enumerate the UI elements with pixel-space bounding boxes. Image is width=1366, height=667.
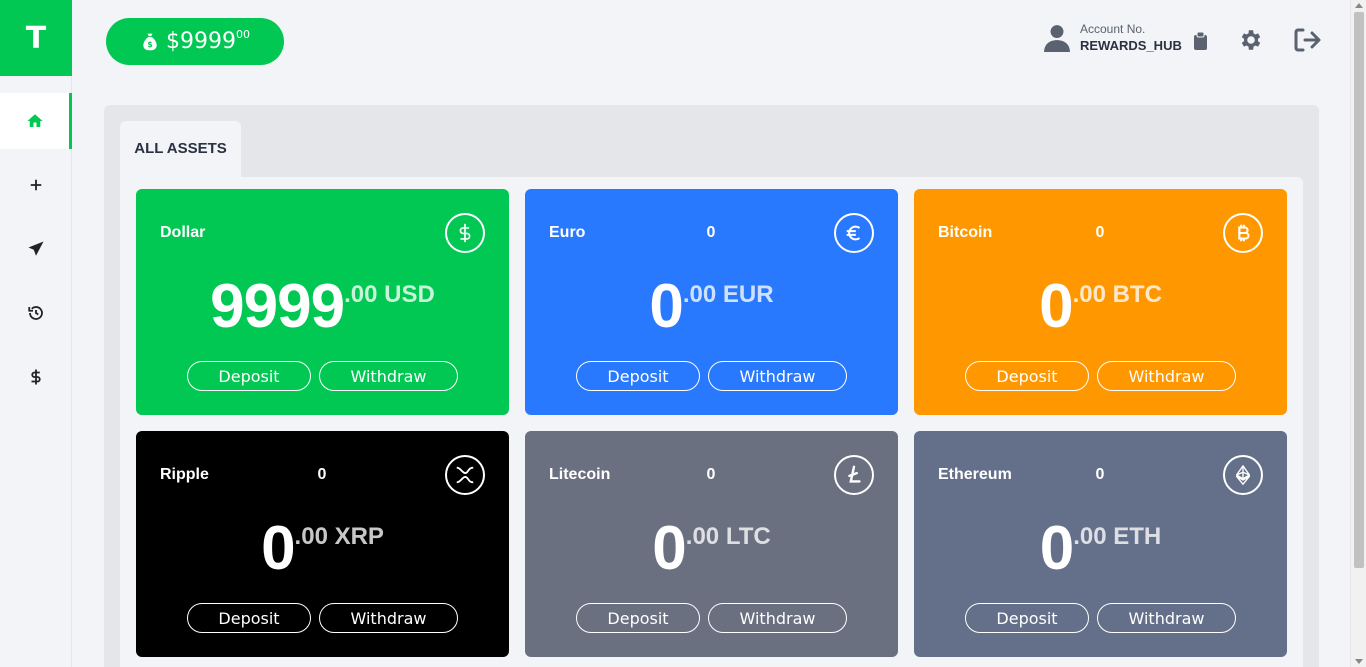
- asset-amount-int: 0: [261, 514, 295, 583]
- scrollbar[interactable]: [1350, 0, 1366, 667]
- send-icon: [28, 241, 44, 256]
- asset-side-value: 0: [706, 224, 716, 241]
- asset-name: Ripple: [160, 466, 209, 483]
- asset-amount: 0.00 BTC: [914, 271, 1287, 342]
- asset-amount: 0.00 EUR: [525, 271, 898, 342]
- scroll-up-arrow[interactable]: [1355, 3, 1363, 8]
- logout-icon[interactable]: [1293, 27, 1321, 53]
- plus-icon: [30, 179, 42, 191]
- account-label: Account No.: [1080, 22, 1146, 36]
- withdraw-button[interactable]: Withdraw: [319, 603, 458, 633]
- withdraw-button[interactable]: Withdraw: [1097, 603, 1236, 633]
- sidebar-item-send[interactable]: [0, 221, 72, 277]
- dollar-circle-icon: [445, 213, 485, 253]
- gear-icon[interactable]: [1238, 27, 1264, 53]
- asset-name: Litecoin: [549, 466, 611, 483]
- asset-amount-int: 0: [1039, 272, 1073, 341]
- asset-card-bitcoin: Bitcoin 0 0.00 BTC Deposit Withdraw: [914, 189, 1287, 415]
- sidebar-item-add[interactable]: [0, 157, 72, 213]
- logo[interactable]: T: [0, 0, 72, 76]
- asset-card-ripple: Ripple 0 0.00 XRP Deposit Withdraw: [136, 431, 509, 657]
- euro-icon: [834, 213, 874, 253]
- balance-main: $9999: [166, 29, 236, 54]
- sidebar: T: [0, 0, 72, 667]
- asset-amount-frac: .00 XRP: [294, 523, 384, 550]
- asset-amount: 9999.00 USD: [136, 271, 509, 342]
- asset-name: Bitcoin: [938, 224, 993, 241]
- deposit-button[interactable]: Deposit: [576, 361, 700, 391]
- balance-amount: $999900: [166, 27, 250, 54]
- deposit-button[interactable]: Deposit: [965, 361, 1089, 391]
- deposit-button[interactable]: Deposit: [576, 603, 700, 633]
- asset-amount: 0.00 XRP: [136, 513, 509, 584]
- asset-side-value: 0: [706, 466, 716, 483]
- asset-amount-int: 0: [649, 272, 683, 341]
- asset-side-value: 0: [1095, 466, 1105, 483]
- sidebar-item-home[interactable]: [0, 93, 72, 149]
- deposit-button[interactable]: Deposit: [965, 603, 1089, 633]
- svg-text:$: $: [147, 40, 152, 49]
- litecoin-icon: [834, 455, 874, 495]
- ripple-icon: [445, 455, 485, 495]
- asset-name: Ethereum: [938, 466, 1012, 483]
- asset-name: Dollar: [160, 224, 206, 241]
- asset-amount-int: 0: [652, 514, 686, 583]
- asset-side-value: 0: [1095, 224, 1105, 241]
- deposit-button[interactable]: Deposit: [187, 361, 311, 391]
- asset-amount-frac: .00 USD: [344, 281, 435, 308]
- scroll-thumb[interactable]: [1354, 12, 1364, 568]
- assets-panel: ALL ASSETS Dollar 9999.00 USD Deposit Wi…: [104, 105, 1319, 667]
- asset-amount: 0.00 ETH: [914, 513, 1287, 584]
- withdraw-button[interactable]: Withdraw: [1097, 361, 1236, 391]
- asset-amount-frac: .00 ETH: [1073, 523, 1162, 550]
- withdraw-button[interactable]: Withdraw: [708, 361, 847, 391]
- history-icon: [28, 306, 43, 320]
- balance-pill[interactable]: $ $999900: [106, 18, 284, 65]
- scroll-down-arrow[interactable]: [1355, 659, 1363, 664]
- dollar-icon: [31, 369, 41, 385]
- account-number: REWARDS_HUB: [1080, 38, 1182, 53]
- clipboard-icon[interactable]: [1193, 32, 1208, 50]
- balance-cents: 00: [236, 27, 250, 41]
- account-info: Account No. REWARDS_HUB: [1044, 22, 1182, 53]
- asset-card-litecoin: Litecoin 0 0.00 LTC Deposit Withdraw: [525, 431, 898, 657]
- ethereum-icon: [1223, 455, 1263, 495]
- sidebar-item-history[interactable]: [0, 285, 72, 341]
- asset-card-euro: Euro 0 0.00 EUR Deposit Withdraw: [525, 189, 898, 415]
- asset-amount-frac: .00 BTC: [1072, 281, 1162, 308]
- sidebar-item-dollar[interactable]: [0, 349, 72, 405]
- sidebar-nav: [0, 93, 72, 405]
- deposit-button[interactable]: Deposit: [187, 603, 311, 633]
- asset-amount-frac: .00 LTC: [685, 523, 771, 550]
- withdraw-button[interactable]: Withdraw: [708, 603, 847, 633]
- asset-card-dollar: Dollar 9999.00 USD Deposit Withdraw: [136, 189, 509, 415]
- asset-side-value: 0: [317, 466, 327, 483]
- withdraw-button[interactable]: Withdraw: [319, 361, 458, 391]
- asset-amount-int: 0: [1039, 514, 1074, 583]
- money-bag-icon: $: [143, 33, 157, 50]
- asset-amount-frac: .00 EUR: [682, 281, 774, 308]
- asset-amount: 0.00 LTC: [525, 513, 898, 584]
- asset-card-ethereum: Ethereum 0 0.00 ETH Deposit Withdraw: [914, 431, 1287, 657]
- tab-all-assets[interactable]: ALL ASSETS: [120, 121, 241, 181]
- asset-amount-int: 9999: [210, 272, 345, 341]
- home-icon: [27, 114, 42, 127]
- asset-name: Euro: [549, 224, 586, 241]
- bitcoin-icon: [1223, 213, 1263, 253]
- user-icon: [1044, 24, 1070, 52]
